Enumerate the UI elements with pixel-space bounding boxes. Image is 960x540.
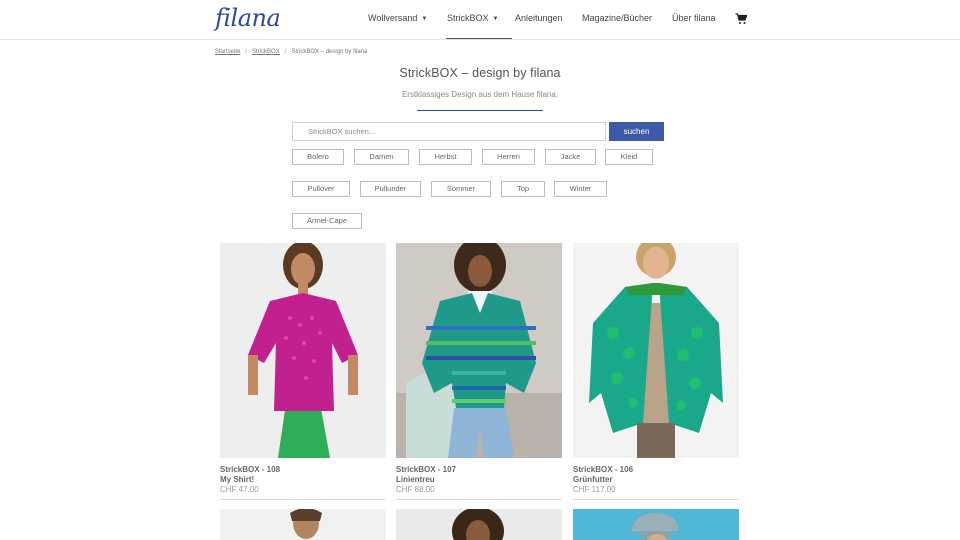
tag-pullunder[interactable]: Pullunder: [360, 181, 421, 197]
breadcrumb-link-strickbox[interactable]: StrickBOX: [252, 49, 280, 55]
nav-item-label: Wollversand: [368, 13, 418, 23]
tag-aermel-cape[interactable]: Ärmel-Cape: [292, 213, 362, 229]
nav-item-magazine[interactable]: Magazine/Bücher: [582, 13, 652, 23]
product-name[interactable]: StrickBOX - 106: [573, 465, 633, 474]
nav-item-anleitungen[interactable]: Anleitungen: [515, 13, 563, 23]
search-input[interactable]: [292, 122, 606, 141]
page-subtitle: Erstklassiges Design aus dem Hause filan…: [401, 90, 559, 99]
nav-item-strickbox[interactable]: StrickBOX ▼: [445, 13, 514, 39]
tag-kleid[interactable]: Kleid: [605, 149, 653, 165]
product-name[interactable]: StrickBOX - 107: [396, 465, 456, 474]
product-image[interactable]: [573, 243, 739, 458]
tag-winter[interactable]: Winter: [554, 181, 607, 197]
product-price: CHF 117.00: [573, 485, 616, 494]
site-header: filana Wollversand ▼ StrickBOX ▼ Anleitung…: [0, 0, 960, 40]
title-divider: [417, 110, 543, 111]
product-divider: [220, 499, 386, 500]
product-price: CHF 88.00: [396, 485, 435, 494]
tag-damen[interactable]: Damen: [354, 149, 409, 165]
product-divider: [396, 499, 562, 500]
tag-bolero[interactable]: Bolero: [292, 149, 344, 165]
breadcrumb-separator: /: [284, 49, 287, 55]
product-name[interactable]: StrickBOX - 108: [220, 465, 280, 474]
product-image-partial[interactable]: [573, 509, 739, 540]
breadcrumb-link-home[interactable]: Startseite: [215, 49, 240, 55]
nav-item-ueber-filana[interactable]: Über filana: [672, 13, 716, 23]
breadcrumb: Startseite / StrickBOX / StrickBOX – design …: [215, 49, 367, 55]
product-subtitle[interactable]: Grünfutter: [573, 475, 613, 484]
product-subtitle[interactable]: Linientreu: [396, 475, 435, 484]
page-title: StrickBOX – design by filana: [399, 66, 561, 80]
nav-item-label: Magazine/Bücher: [582, 13, 653, 23]
product-subtitle[interactable]: My Shirt!: [220, 475, 254, 484]
product-image[interactable]: [220, 243, 386, 458]
product-price: CHF 47.00: [220, 485, 259, 494]
caret-down-icon: ▼: [492, 16, 499, 22]
product-card[interactable]: StrickBOX - 108 My Shirt! CHF 47.00: [220, 243, 386, 500]
main-nav: Wollversand ▼ StrickBOX ▼ Anleitungen Maga…: [0, 0, 960, 40]
product-image-partial[interactable]: [396, 509, 562, 540]
search-button[interactable]: suchen: [609, 122, 664, 141]
caret-down-icon: ▼: [421, 16, 428, 22]
breadcrumb-current: StrickBOX – design by filana: [291, 49, 368, 55]
product-divider: [573, 499, 739, 500]
tag-jacke[interactable]: Jacke: [545, 149, 596, 165]
shopping-cart-icon[interactable]: [735, 13, 747, 25]
product-card[interactable]: StrickBOX - 107 Linientreu CHF 88.00: [396, 243, 562, 500]
tag-herbst[interactable]: Herbst: [419, 149, 472, 165]
nav-item-wollversand[interactable]: Wollversand ▼: [368, 13, 427, 23]
nav-item-label: Über filana: [672, 13, 716, 23]
breadcrumb-separator: /: [245, 49, 248, 55]
tag-pullover[interactable]: Pullover: [292, 181, 350, 197]
tag-herren[interactable]: Herren: [482, 149, 535, 165]
product-image[interactable]: [396, 243, 562, 458]
product-image-partial[interactable]: [220, 509, 386, 540]
tag-top[interactable]: Top: [501, 181, 545, 197]
product-card[interactable]: StrickBOX - 106 Grünfutter CHF 117.00: [573, 243, 739, 500]
tag-sommer[interactable]: Sommer: [431, 181, 491, 197]
nav-item-label: StrickBOX: [447, 13, 489, 23]
nav-item-label: Anleitungen: [515, 13, 563, 23]
